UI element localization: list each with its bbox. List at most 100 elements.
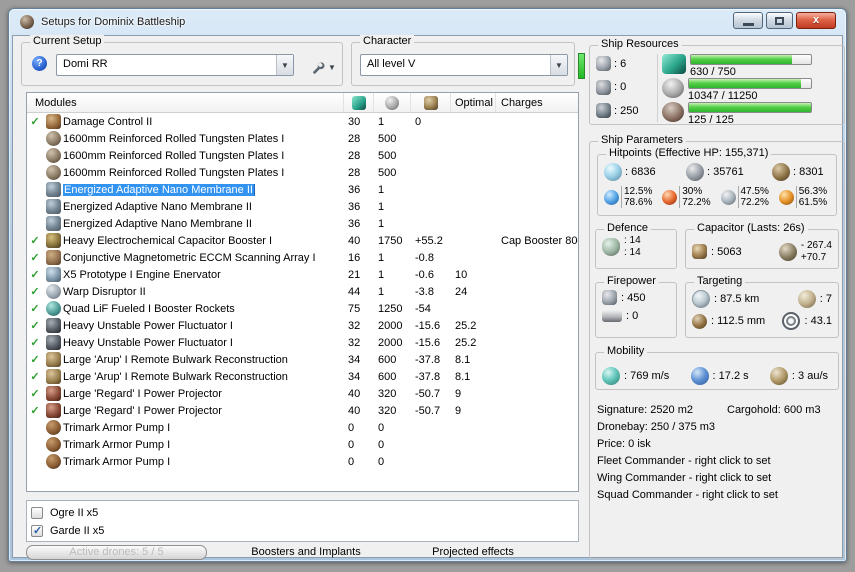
drone-row[interactable]: Garde II x5 (31, 522, 578, 540)
drone-checkbox[interactable] (31, 507, 43, 519)
module-cpu: 40 (348, 387, 361, 400)
minimize-icon (743, 23, 754, 26)
module-name-text: Trimark Armor Pump I (63, 438, 171, 451)
module-name-text: Energized Adaptive Nano Membrane II (63, 183, 255, 196)
wrench-icon (312, 61, 325, 74)
wing-commander-slot[interactable]: Wing Commander - right click to set (597, 470, 839, 487)
module-row[interactable]: ✓ Heavy Electrochemical Capacitor Booster… (27, 232, 578, 249)
module-cpu: 16 (348, 251, 361, 264)
calibration-icon (596, 103, 611, 118)
module-active-check-icon: ✓ (30, 337, 40, 349)
drone-row[interactable]: Ogre II x5 (31, 504, 578, 522)
powergrid-bar-fill (689, 79, 802, 88)
close-button[interactable]: x (796, 12, 836, 29)
module-type-icon-cell (43, 420, 63, 435)
chevron-down-icon[interactable]: ▼ (276, 55, 293, 75)
kinetic-resist-armor: 72.2% (740, 197, 769, 208)
tab-boosters-implants[interactable]: Boosters and Implants (221, 546, 391, 558)
module-type-icon-cell (43, 437, 63, 452)
module-row[interactable]: ✓ Large 'Regard' I Power Projector 40 320 -5… (27, 402, 578, 419)
module-name: Large 'Regard' I Power Projector (63, 405, 344, 417)
module-name: Trimark Armor Pump I (63, 456, 344, 468)
energy-transfer-icon (45, 403, 61, 418)
module-cpu: 36 (348, 200, 361, 213)
cargohold-value: Cargohold: 600 m3 (727, 404, 821, 416)
module-row[interactable]: ✓ X5 Prototype I Engine Enervator 21 1 -0.6 1… (27, 266, 578, 283)
module-type-icon-cell (43, 233, 63, 248)
module-cap-use: -3.8 (415, 285, 434, 298)
module-row[interactable]: 1600mm Reinforced Rolled Tungsten Plates… (27, 147, 578, 164)
module-cap-use: -50.7 (415, 387, 441, 400)
setup-actions-button[interactable]: ▼ (304, 56, 342, 78)
module-row[interactable]: Trimark Armor Pump I 0 0 (27, 419, 578, 436)
module-active-check-icon: ✓ (30, 388, 40, 400)
module-optimal: 25.2 (455, 336, 477, 349)
module-name-text: Quad LiF Fueled I Booster Rockets (63, 302, 235, 315)
tab-projected-effects[interactable]: Projected effects (388, 546, 558, 558)
module-row[interactable]: Energized Adaptive Nano Membrane II 36 1 (27, 215, 578, 232)
thermal-resist-shield: 30% (682, 186, 703, 197)
booster-rockets-icon (45, 301, 61, 316)
module-name: 1600mm Reinforced Rolled Tungsten Plates… (63, 167, 344, 179)
module-powergrid: 500 (378, 149, 397, 162)
module-cpu: 40 (348, 234, 361, 247)
module-powergrid: 1750 (378, 234, 403, 247)
drone-capacity-bar-fill (689, 103, 811, 112)
module-active-check-icon: ✓ (30, 354, 40, 366)
cpu-icon (351, 95, 366, 110)
character-group: Character All level V ▼ (351, 35, 575, 86)
launcher-hardpoints-value: : 0 (614, 81, 627, 93)
maximize-button[interactable] (766, 12, 793, 29)
module-row[interactable]: Trimark Armor Pump I 0 0 (27, 453, 578, 470)
module-row[interactable]: 1600mm Reinforced Rolled Tungsten Plates… (27, 130, 578, 147)
module-cap-use: -50.7 (415, 404, 441, 417)
calibration-value: : 250 (614, 104, 639, 117)
module-name: 1600mm Reinforced Rolled Tungsten Plates… (63, 150, 344, 162)
module-row[interactable]: 1600mm Reinforced Rolled Tungsten Plates… (27, 164, 578, 181)
modules-table: Modules Optimal Charges ✓ Damage Control … (26, 92, 579, 492)
drone-capacity-bar (688, 102, 812, 113)
module-type-icon-cell (43, 335, 63, 350)
module-row[interactable]: ✓ Heavy Unstable Power Fluctuator I 32 2000… (27, 317, 578, 334)
module-row[interactable]: Trimark Armor Pump I 0 0 (27, 436, 578, 453)
module-row[interactable]: Energized Adaptive Nano Membrane II 36 1 (27, 181, 578, 198)
price-value: Price: 0 isk (597, 438, 651, 450)
setups-window: Setups for Dominix Battleship x Current … (8, 8, 847, 562)
module-row[interactable]: ✓ Heavy Unstable Power Fluctuator I 32 2000… (27, 334, 578, 351)
module-cpu: 34 (348, 370, 361, 383)
signature-value: Signature: 2520 m2 (597, 404, 694, 416)
module-row[interactable]: ✓ Warp Disruptor II 44 1 -3.8 24 (27, 283, 578, 300)
turret-hardpoints-icon (596, 56, 611, 71)
module-optimal: 9 (455, 404, 462, 417)
drone-checkbox[interactable] (31, 524, 43, 537)
module-powergrid: 0 (378, 438, 385, 451)
minimize-button[interactable] (733, 12, 763, 29)
help-icon[interactable]: ? (32, 56, 47, 71)
chevron-down-icon: ▼ (328, 62, 336, 72)
fleet-commander-slot[interactable]: Fleet Commander - right click to set (597, 453, 839, 470)
module-row[interactable]: ✓ Damage Control II 30 1 0 (27, 113, 578, 130)
module-row[interactable]: Energized Adaptive Nano Membrane II 36 1 (27, 198, 578, 215)
bottom-tabstrip: Active drones: 5 / 5 Boosters and Implan… (26, 545, 579, 561)
module-powergrid: 320 (378, 387, 397, 400)
module-name: Energized Adaptive Nano Membrane II (63, 218, 344, 230)
tab-active-drones[interactable]: Active drones: 5 / 5 (26, 545, 207, 560)
module-row[interactable]: ✓ Conjunctive Magnetometric ECCM Scanning… (27, 249, 578, 266)
module-row[interactable]: ✓ Quad LiF Fueled I Booster Rockets 75 1250… (27, 300, 578, 317)
chevron-down-icon[interactable]: ▼ (550, 55, 567, 75)
warp-speed: : 3 au/s (791, 369, 828, 382)
module-row[interactable]: ✓ Large 'Arup' I Remote Bulwark Reconstru… (27, 351, 578, 368)
module-row[interactable]: ✓ Large 'Arup' I Remote Bulwark Reconstru… (27, 368, 578, 385)
module-cap-use: -54 (415, 302, 431, 315)
module-name-text: Energized Adaptive Nano Membrane II (63, 200, 252, 213)
defence-bottom: : 14 (624, 247, 641, 258)
squad-commander-slot[interactable]: Squad Commander - right click to set (597, 487, 839, 504)
titlebar[interactable]: Setups for Dominix Battleship x (9, 9, 846, 35)
setup-select-value: Domi RR (63, 58, 108, 70)
scan-resolution: : 112.5 mm (711, 315, 766, 327)
rig-icon (45, 420, 61, 435)
setup-select[interactable]: Domi RR ▼ (56, 54, 294, 76)
module-row[interactable]: ✓ Large 'Regard' I Power Projector 40 320 -5… (27, 385, 578, 402)
character-select[interactable]: All level V ▼ (360, 54, 568, 76)
kinetic-resist-icon (720, 189, 736, 205)
